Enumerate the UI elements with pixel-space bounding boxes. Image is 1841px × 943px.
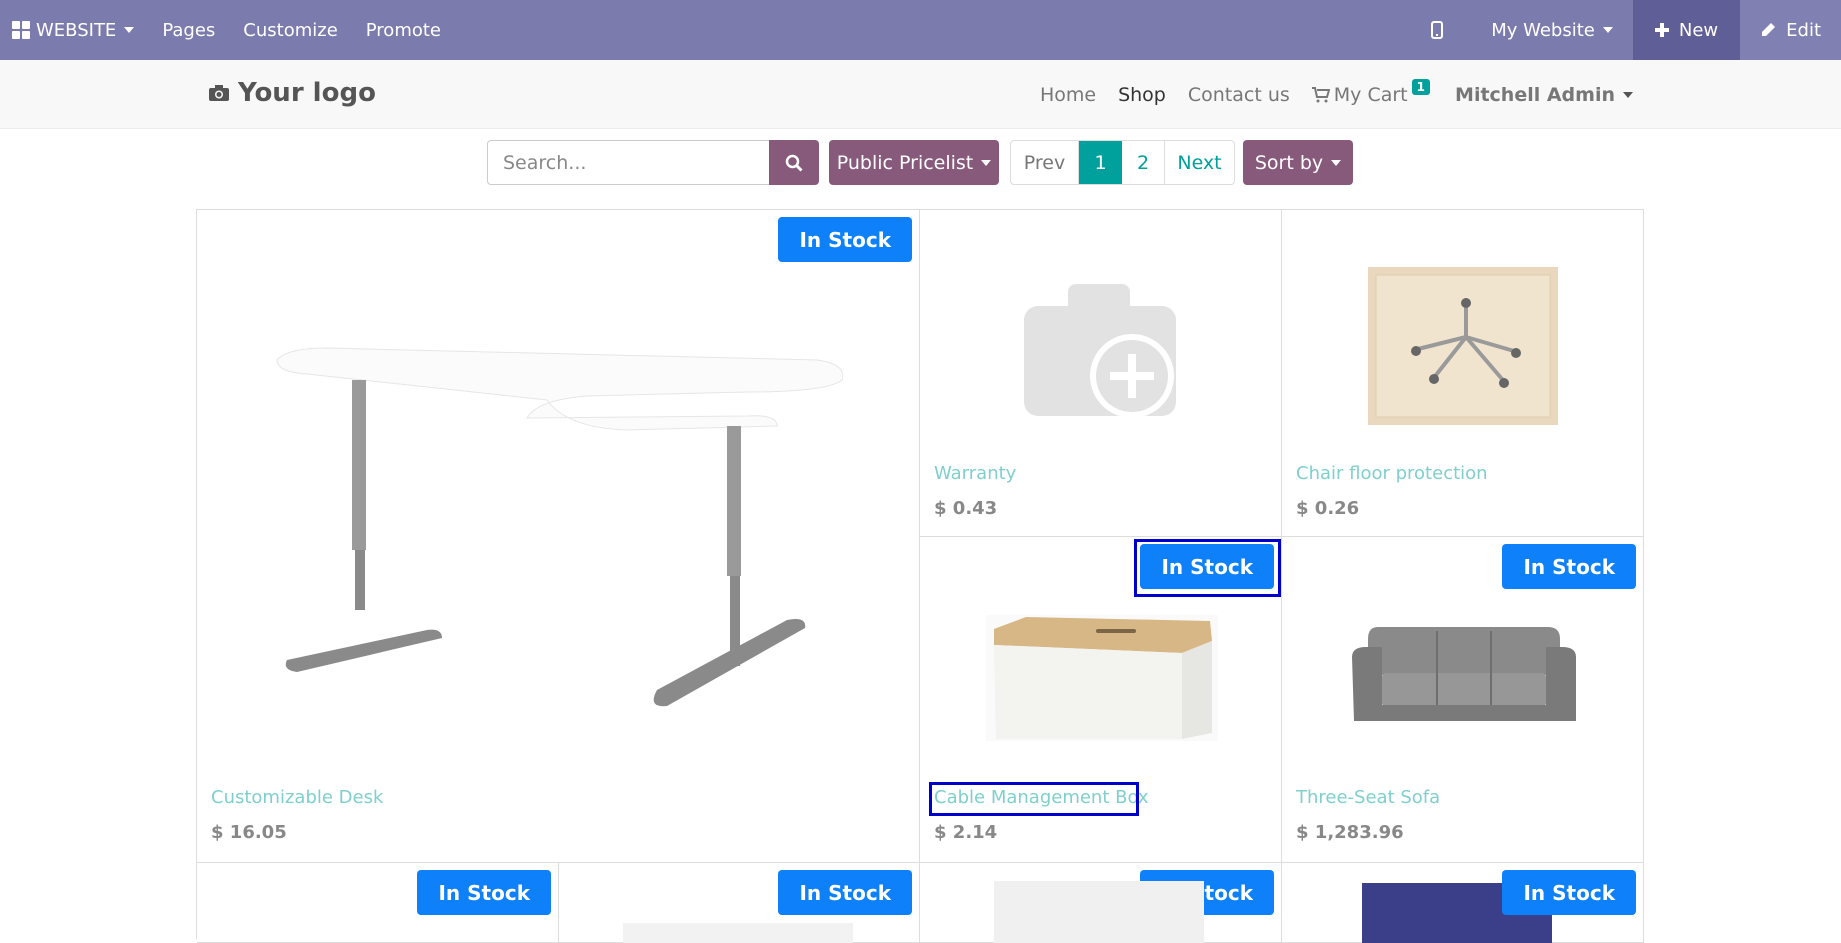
search-placeholder: Search... — [503, 151, 587, 174]
product-card[interactable]: In Stock Customizable Desk $ 16.05 — [197, 210, 920, 863]
cart-icon — [1311, 86, 1330, 102]
site-selector[interactable]: My Website — [1471, 0, 1633, 60]
sofa-image — [1352, 627, 1576, 721]
site-selector-label: My Website — [1491, 19, 1595, 41]
main-nav: Home Shop Contact us My Cart 1 — [1029, 60, 1441, 129]
menu-promote[interactable]: Promote — [352, 0, 455, 60]
pricelist-dropdown[interactable]: Public Pricelist — [829, 140, 999, 185]
product-card[interactable]: Warranty $ 0.43 — [920, 210, 1282, 537]
new-button[interactable]: New — [1632, 0, 1741, 60]
edit-button-label: Edit — [1786, 19, 1821, 41]
product-name[interactable]: Cable Management Box — [934, 787, 1149, 808]
search-button[interactable] — [769, 140, 819, 185]
product-card[interactable]: In Stock — [197, 863, 559, 943]
cart-count-badge: 1 — [1411, 78, 1430, 95]
product-price: $ 0.43 — [934, 498, 998, 519]
stock-badge: In Stock — [417, 870, 551, 915]
menu-pages[interactable]: Pages — [148, 0, 229, 60]
sort-label: Sort by — [1254, 151, 1324, 174]
stock-badge: In Stock — [1502, 544, 1636, 589]
logo-text: Your logo — [238, 78, 376, 108]
site-header: Your logo Home Shop Contact us My Cart 1… — [0, 60, 1841, 129]
plus-icon — [1654, 23, 1669, 37]
mobile-preview-button[interactable] — [1403, 0, 1471, 60]
camera-placeholder-icon — [1024, 284, 1176, 418]
mobile-icon — [1431, 21, 1444, 39]
product-card[interactable]: In Stock — [920, 863, 1282, 943]
stock-badge: In Stock — [1140, 544, 1274, 589]
product-price: $ 2.14 — [934, 822, 998, 843]
pager-page-1[interactable]: 1 — [1079, 141, 1122, 184]
sort-dropdown[interactable]: Sort by — [1243, 140, 1353, 185]
cart-label: My Cart — [1333, 83, 1408, 106]
product-name[interactable]: Customizable Desk — [211, 787, 383, 808]
chevron-down-icon — [981, 159, 992, 166]
product-card[interactable]: In Stock Cable Management Box $ 2.14 — [920, 537, 1282, 863]
menu-customize[interactable]: Customize — [229, 0, 351, 60]
pager-prev[interactable]: Prev — [1011, 141, 1079, 184]
product-name[interactable]: Warranty — [934, 463, 1016, 484]
nav-contact-us[interactable]: Contact us — [1177, 84, 1301, 106]
product-name[interactable]: Chair floor protection — [1296, 463, 1488, 484]
product-card[interactable]: In Stock — [1282, 863, 1644, 943]
user-name: Mitchell Admin — [1455, 83, 1615, 106]
website-app-menu[interactable]: WEBSITE — [0, 0, 148, 60]
pager-page-2[interactable]: 2 — [1122, 141, 1165, 184]
product-price: $ 16.05 — [211, 822, 287, 843]
desk-image — [276, 347, 844, 707]
product-price: $ 1,283.96 — [1296, 822, 1404, 843]
search-icon — [785, 154, 803, 172]
product-image — [623, 923, 853, 943]
pricelist-label: Public Pricelist — [836, 151, 974, 174]
product-grid: In Stock Customizable Desk $ 16.05 Warra… — [196, 209, 1644, 943]
product-card[interactable]: In Stock Three-Seat Sofa $ 1,283.96 — [1282, 537, 1644, 863]
site-logo[interactable]: Your logo — [208, 78, 376, 108]
cable-box-image — [986, 615, 1218, 741]
chair-mat-image — [1368, 267, 1558, 425]
pager: Prev 1 2 Next — [1010, 140, 1235, 185]
nav-home[interactable]: Home — [1029, 84, 1107, 106]
apps-icon — [12, 21, 30, 39]
chevron-down-icon — [1331, 159, 1342, 166]
shop-toolbar: Search... Public Pricelist Prev 1 2 Next… — [0, 140, 1841, 185]
stock-badge: In Stock — [778, 870, 912, 915]
product-name[interactable]: Three-Seat Sofa — [1296, 787, 1440, 808]
product-card[interactable]: In Stock — [559, 863, 920, 943]
camera-icon — [209, 85, 229, 101]
chevron-down-icon — [1602, 27, 1613, 33]
website-app-label: WEBSITE — [36, 19, 117, 41]
stock-badge: In Stock — [778, 217, 912, 262]
nav-shop[interactable]: Shop — [1107, 84, 1177, 106]
user-menu[interactable]: Mitchell Admin — [1455, 60, 1633, 129]
product-image — [994, 881, 1204, 943]
edit-button[interactable]: Edit — [1740, 0, 1841, 60]
pencil-icon — [1762, 23, 1776, 36]
stock-badge: In Stock — [1502, 870, 1636, 915]
search-input[interactable]: Search... — [487, 140, 769, 185]
chevron-down-icon — [1623, 91, 1633, 98]
pager-next[interactable]: Next — [1165, 141, 1234, 184]
new-button-label: New — [1678, 19, 1719, 41]
admin-navbar: WEBSITE Pages Customize Promote My Websi… — [0, 0, 1841, 60]
product-card[interactable]: Chair floor protection $ 0.26 — [1282, 210, 1644, 537]
product-price: $ 0.26 — [1296, 498, 1360, 519]
chevron-down-icon — [124, 27, 135, 33]
nav-cart[interactable]: My Cart 1 — [1301, 78, 1441, 106]
